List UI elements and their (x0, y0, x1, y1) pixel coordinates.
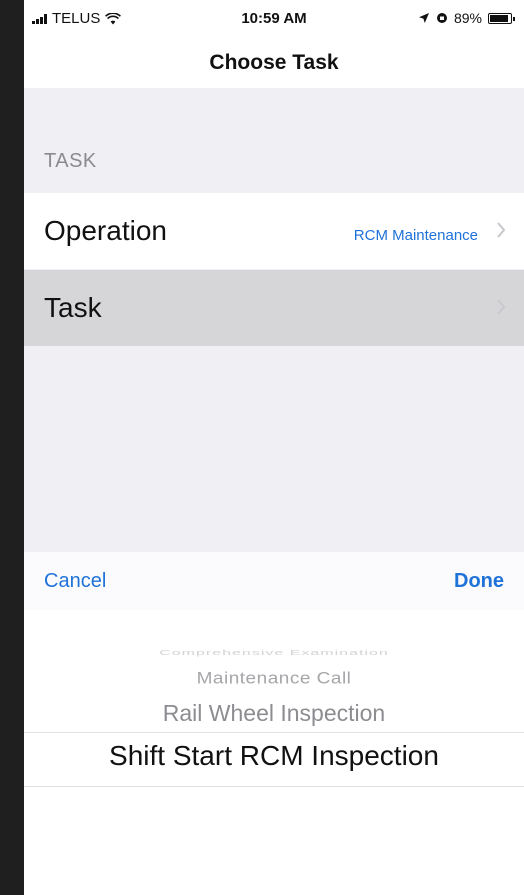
cancel-button[interactable]: Cancel (44, 570, 106, 593)
picker-selection-line (24, 732, 524, 733)
battery-icon (488, 12, 515, 24)
page-title: Choose Task (24, 40, 524, 88)
operation-label: Operation (44, 215, 167, 246)
location-arrow-icon (418, 13, 429, 23)
operation-row[interactable]: Operation RCM Maintenance (24, 193, 524, 269)
status-right: 89% (418, 10, 515, 26)
battery-percent: 89% (453, 10, 482, 26)
status-bar: TELUS 10:59 AM 89% (24, 0, 524, 40)
picker-option[interactable]: Comprehensive Examination (24, 649, 524, 657)
done-button[interactable]: Done (454, 570, 504, 593)
task-row[interactable]: Task (24, 270, 524, 346)
battery-fill (490, 14, 508, 22)
task-label: Task (44, 292, 102, 323)
picker-option[interactable]: Rail Wheel Inspection (24, 700, 524, 727)
task-picker: Cancel Done Comprehensive Examination Ma… (24, 552, 524, 895)
picker-option-selected[interactable]: Shift Start RCM Inspection (24, 740, 524, 772)
picker-toolbar: Cancel Done (24, 552, 524, 610)
picker-option[interactable]: Maintenance Call (24, 670, 524, 689)
section-header-task: TASK (44, 150, 97, 172)
chevron-right-icon (497, 299, 506, 315)
phone-screen: TELUS 10:59 AM 89% Choose Task TASK Oper… (24, 0, 524, 895)
lock-rotation-icon (436, 13, 447, 23)
operation-value: RCM Maintenance (353, 227, 478, 244)
chevron-right-icon (497, 222, 506, 238)
picker-selection-line (24, 786, 524, 787)
